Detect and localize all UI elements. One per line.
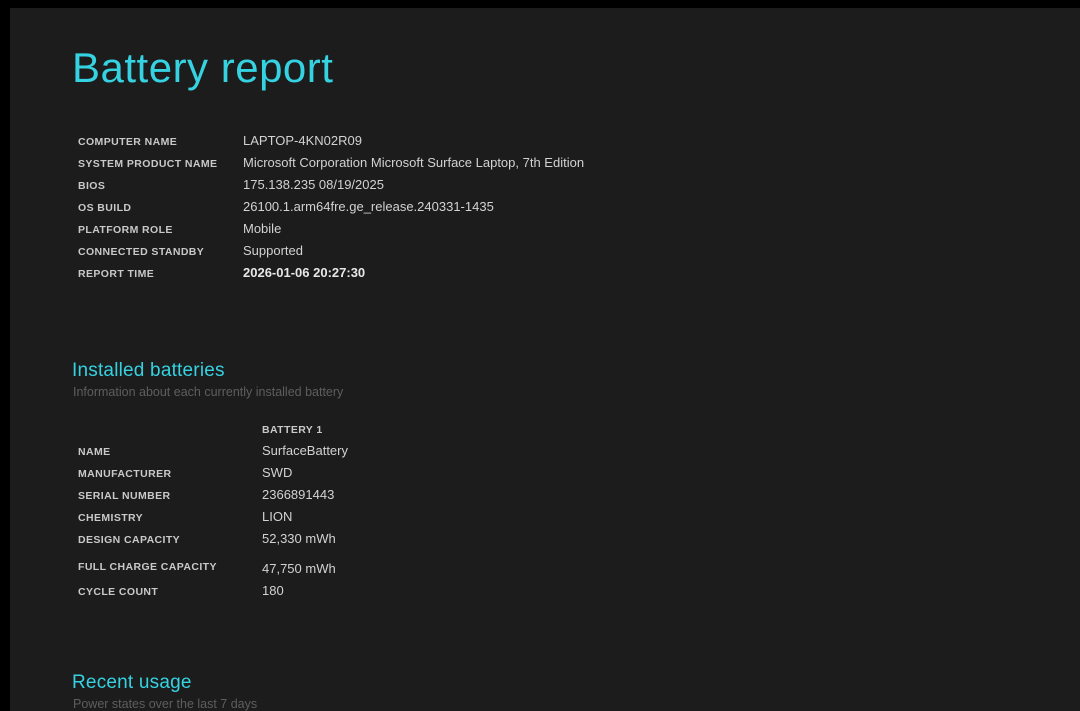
- table-row: FULL CHARGE CAPACITY 47,750 mWh: [72, 550, 348, 580]
- table-row: BIOS 175.138.235 08/19/2025: [72, 174, 584, 196]
- battery-column-header: BATTERY 1: [262, 421, 348, 440]
- info-value: 26100.1.arm64fre.ge_release.240331-1435: [243, 196, 584, 218]
- info-label: PLATFORM ROLE: [72, 218, 243, 240]
- info-label: OS BUILD: [72, 196, 243, 218]
- info-value: Supported: [243, 240, 584, 262]
- info-value: LAPTOP-4KN02R09: [243, 130, 584, 152]
- table-row: SYSTEM PRODUCT NAME Microsoft Corporatio…: [72, 152, 584, 174]
- table-row: CONNECTED STANDBY Supported: [72, 240, 584, 262]
- system-info-table: COMPUTER NAME LAPTOP-4KN02R09 SYSTEM PRO…: [72, 130, 584, 284]
- battery-value: LION: [262, 506, 348, 528]
- report-time-value: 2026-01-06 20:27:30: [243, 262, 584, 284]
- battery-value: SWD: [262, 462, 348, 484]
- section-subtitle: Power states over the last 7 days: [73, 697, 1060, 711]
- battery-value: 52,330 mWh: [262, 528, 348, 550]
- table-row: MANUFACTURER SWD: [72, 462, 348, 484]
- battery-details-table: BATTERY 1 NAME SurfaceBattery MANUFACTUR…: [72, 421, 348, 602]
- battery-value: 47,750 mWh: [262, 550, 348, 580]
- page-title: Battery report: [72, 44, 1060, 92]
- info-label: COMPUTER NAME: [72, 130, 243, 152]
- recent-usage-section: Recent usage Power states over the last …: [72, 672, 1060, 711]
- battery-label: DESIGN CAPACITY: [72, 528, 262, 550]
- table-row: REPORT TIME 2026-01-06 20:27:30: [72, 262, 584, 284]
- info-label: SYSTEM PRODUCT NAME: [72, 152, 243, 174]
- info-value: 175.138.235 08/19/2025: [243, 174, 584, 196]
- info-value: Mobile: [243, 218, 584, 240]
- table-row: PLATFORM ROLE Mobile: [72, 218, 584, 240]
- info-label: CONNECTED STANDBY: [72, 240, 243, 262]
- installed-batteries-section: Installed batteries Information about ea…: [72, 360, 1060, 602]
- section-heading: Recent usage: [72, 672, 1060, 694]
- table-row: BATTERY 1: [72, 421, 348, 440]
- table-row: NAME SurfaceBattery: [72, 440, 348, 462]
- battery-value: 2366891443: [262, 484, 348, 506]
- battery-label: SERIAL NUMBER: [72, 484, 262, 506]
- battery-report-page: Battery report COMPUTER NAME LAPTOP-4KN0…: [10, 8, 1080, 711]
- section-subtitle: Information about each currently install…: [73, 385, 1060, 399]
- table-row: SERIAL NUMBER 2366891443: [72, 484, 348, 506]
- table-row: OS BUILD 26100.1.arm64fre.ge_release.240…: [72, 196, 584, 218]
- battery-label: FULL CHARGE CAPACITY: [72, 550, 262, 580]
- battery-value: SurfaceBattery: [262, 440, 348, 462]
- table-row: DESIGN CAPACITY 52,330 mWh: [72, 528, 348, 550]
- info-label: BIOS: [72, 174, 243, 196]
- info-label: REPORT TIME: [72, 262, 243, 284]
- battery-label: CYCLE COUNT: [72, 580, 262, 602]
- battery-label: CHEMISTRY: [72, 506, 262, 528]
- table-row: CHEMISTRY LION: [72, 506, 348, 528]
- battery-label: MANUFACTURER: [72, 462, 262, 484]
- table-row: COMPUTER NAME LAPTOP-4KN02R09: [72, 130, 584, 152]
- battery-value: 180: [262, 580, 348, 602]
- info-value: Microsoft Corporation Microsoft Surface …: [243, 152, 584, 174]
- battery-label: NAME: [72, 440, 262, 462]
- section-heading: Installed batteries: [72, 360, 1060, 382]
- table-row: CYCLE COUNT 180: [72, 580, 348, 602]
